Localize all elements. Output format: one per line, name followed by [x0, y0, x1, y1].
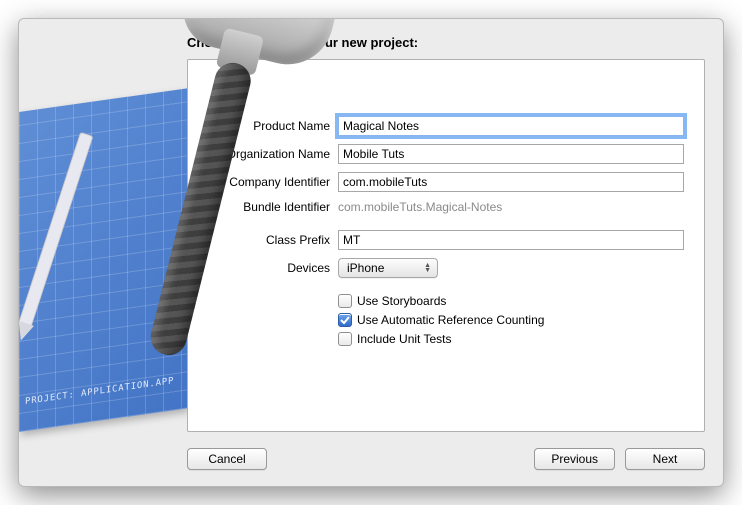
include-unit-tests-checkbox[interactable]	[338, 332, 352, 346]
select-arrows-icon: ▲▼	[424, 263, 431, 273]
bundle-identifier-label: Bundle Identifier	[208, 200, 330, 214]
organization-name-input[interactable]	[338, 144, 684, 164]
new-project-options-dialog: Choose options for your new project: PRO…	[18, 18, 724, 487]
bundle-identifier-value: com.mobileTuts.Magical-Notes	[338, 200, 502, 214]
organization-name-label: Organization Name	[208, 147, 330, 161]
form-panel: Product Name Organization Name Company I…	[187, 59, 705, 432]
product-name-input[interactable]	[338, 116, 684, 136]
use-storyboards-label: Use Storyboards	[357, 294, 446, 308]
sidebar-illustration: PROJECT: APPLICATION.APP	[19, 59, 199, 432]
company-identifier-input[interactable]	[338, 172, 684, 192]
include-unit-tests-label: Include Unit Tests	[357, 332, 452, 346]
cancel-button[interactable]: Cancel	[187, 448, 267, 470]
devices-select-value: iPhone	[347, 261, 384, 275]
use-arc-checkbox[interactable]	[338, 313, 352, 327]
previous-button[interactable]: Previous	[534, 448, 615, 470]
blueprint-label: PROJECT: APPLICATION.APP	[25, 376, 174, 407]
company-identifier-label: Company Identifier	[208, 175, 330, 189]
class-prefix-input[interactable]	[338, 230, 684, 250]
use-storyboards-checkbox[interactable]	[338, 294, 352, 308]
dialog-title: Choose options for your new project:	[19, 19, 723, 50]
dialog-footer: Cancel Previous Next	[19, 432, 723, 486]
next-button[interactable]: Next	[625, 448, 705, 470]
product-name-label: Product Name	[208, 119, 330, 133]
devices-select[interactable]: iPhone ▲▼	[338, 258, 438, 278]
devices-label: Devices	[208, 261, 330, 275]
use-arc-label: Use Automatic Reference Counting	[357, 313, 544, 327]
class-prefix-label: Class Prefix	[208, 233, 330, 247]
